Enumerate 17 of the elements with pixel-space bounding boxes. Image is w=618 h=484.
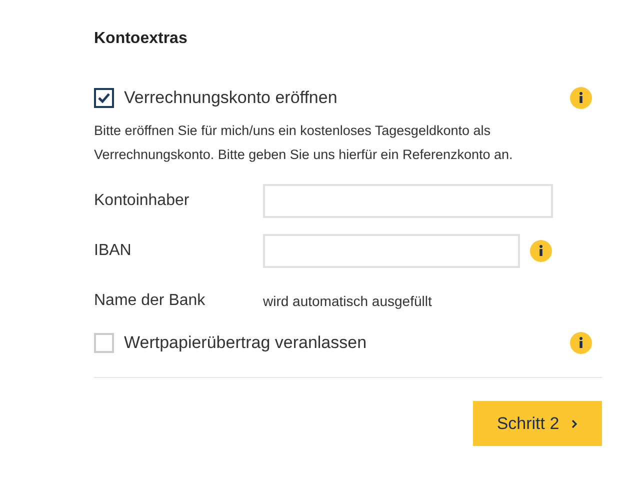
description-text: Bitte eröffnen Sie für mich/uns ein kostenloses Tagesgeldkonto als Verrechnungskonto. Bitte geben Sie uns hierfür ein Referenzkonto an. — [94, 122, 514, 164]
info-icon[interactable] — [570, 87, 592, 109]
info-icon[interactable] — [530, 240, 552, 262]
next-button[interactable]: Schritt 2 — [473, 401, 602, 446]
field-label: Name der Bank — [94, 292, 206, 310]
section-heading: Kontoextras — [94, 29, 188, 49]
field-label: Kontoinhaber — [94, 192, 190, 210]
field-label: IBAN — [94, 242, 132, 260]
input-field[interactable] — [263, 184, 553, 218]
input-field[interactable] — [263, 234, 520, 268]
field-value: wird automatisch ausgefüllt — [263, 293, 432, 309]
chevron-icon — [571, 418, 578, 428]
checkbox-label[interactable]: Verrechnungskonto eröffnen — [124, 88, 338, 108]
checkmark-icon — [97, 92, 111, 104]
info-icon[interactable] — [570, 332, 592, 354]
checkbox-label[interactable]: Wertpapierübertrag veranlassen — [124, 333, 367, 353]
checkbox[interactable] — [94, 88, 114, 108]
